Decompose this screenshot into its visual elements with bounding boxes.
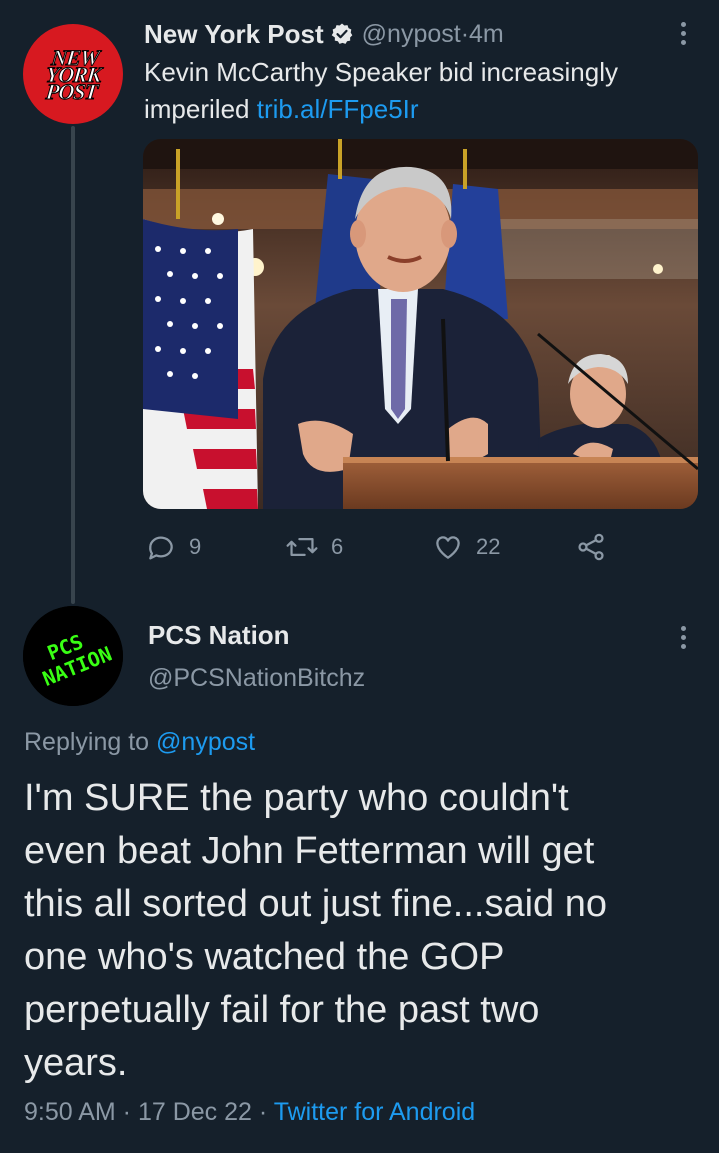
replying-handle-link[interactable]: @nypost [156, 728, 255, 756]
reply-count: 9 [189, 534, 202, 559]
retweet-count: 6 [331, 534, 344, 559]
pcs-nation-logo: PCS NATION [23, 606, 123, 706]
tweet1-action-bar: 9 6 22 [145, 528, 625, 566]
tweet2-author-name[interactable]: PCS Nation [148, 620, 290, 651]
more-options-icon[interactable] [673, 16, 693, 50]
tweet2-author-handle[interactable]: @PCSNationBitchz [148, 664, 365, 693]
verified-badge-icon [330, 22, 354, 46]
share-icon [578, 533, 604, 561]
like-count: 22 [476, 534, 501, 559]
press-conference-image [143, 139, 698, 509]
reply-button[interactable]: 9 [145, 528, 201, 566]
tweet2-metadata: 9:50 AM · 17 Dec 22 · Twitter for Androi… [24, 1098, 475, 1127]
tweet1-text: Kevin McCarthy Speaker bid increasingly … [144, 54, 689, 128]
nypost-avatar[interactable]: NEW YORK POST [23, 24, 123, 124]
tweet2-date[interactable]: 17 Dec 22 [138, 1098, 252, 1126]
tweet1-separator: · [460, 19, 470, 48]
tweet1-link[interactable]: trib.al/FFpe5Ir [257, 94, 419, 124]
meta-dot: · [251, 1098, 274, 1126]
retweet-button[interactable]: 6 [285, 528, 343, 566]
pcs-nation-avatar[interactable]: PCS NATION [23, 606, 123, 706]
nypost-logo: NEW YORK POST [44, 44, 102, 104]
tweet1-author-name[interactable]: New York Post [144, 19, 324, 50]
tweet1-timestamp[interactable]: 4m [469, 20, 504, 49]
share-button[interactable] [575, 528, 619, 566]
more-options-icon[interactable] [673, 620, 693, 654]
tweet2-time[interactable]: 9:50 AM [24, 1098, 116, 1126]
like-icon [436, 536, 460, 559]
replying-prefix: Replying to [24, 728, 157, 756]
tweet2-source-app[interactable]: Twitter for Android [274, 1098, 475, 1126]
tweet1-photo[interactable] [143, 139, 698, 509]
tweet1-header: New York Post @nypost · 4m [144, 17, 504, 51]
thread-connector-line [71, 126, 75, 604]
tweet2-text: I'm SURE the party who couldn't even bea… [24, 777, 607, 1084]
like-button[interactable]: 22 [432, 528, 500, 566]
retweet-icon [286, 538, 318, 556]
replying-to: Replying to @nypost [24, 728, 255, 757]
tweet1-author-handle[interactable]: @nypost [362, 20, 461, 49]
meta-dot: · [115, 1098, 138, 1126]
reply-icon [149, 536, 173, 560]
